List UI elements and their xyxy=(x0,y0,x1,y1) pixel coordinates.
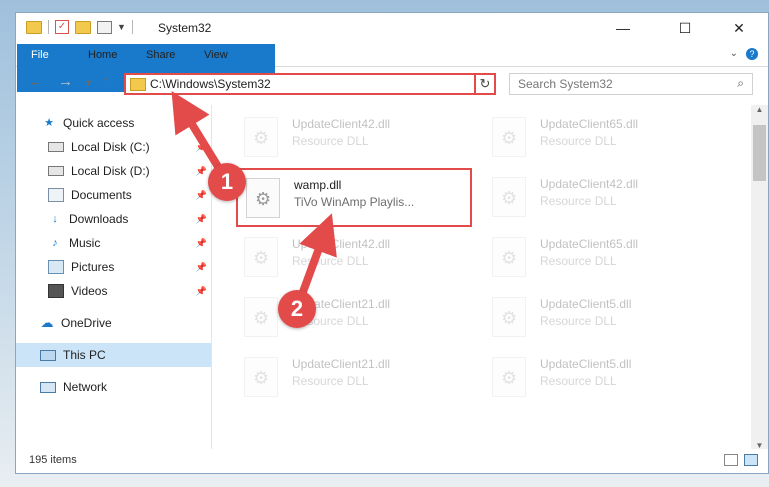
arrow-to-file xyxy=(296,213,337,302)
tutorial-arrows xyxy=(171,90,337,302)
step-2-badge: 2 xyxy=(278,290,316,328)
step-1-badge: 1 xyxy=(208,163,246,201)
